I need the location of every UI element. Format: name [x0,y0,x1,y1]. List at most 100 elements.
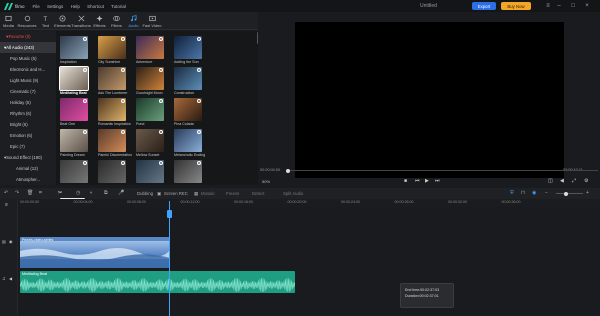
mosaic-button[interactable]: Mosaic [201,191,215,196]
tool-filters[interactable]: Filters [108,12,125,30]
audio-card[interactable]: ↓ Adventure [136,36,164,66]
audio-card[interactable]: ↓ [98,160,126,185]
tool-elements[interactable]: Elements [54,12,71,30]
play-icon[interactable]: ▶ [425,178,431,184]
download-icon[interactable]: ↓ [197,130,201,134]
maximize-icon[interactable]: □ [569,2,577,10]
audio-card[interactable]: ↓ Romantic Inspiration [98,98,131,128]
download-icon[interactable]: ↓ [83,68,87,72]
audio-card[interactable]: ↓ Beat One [60,98,88,128]
menu-settings[interactable]: Settings [47,4,63,9]
shield-icon[interactable]: ⛨ [510,190,514,196]
sidebar-item[interactable]: Atmospher... [0,174,56,185]
zoom-in-icon[interactable]: + [586,190,589,196]
audio-card[interactable]: ↓ Ask The Lumberer [98,67,128,97]
audio-card[interactable]: ↓ Pina Colada [174,98,202,128]
audio-card[interactable]: ↓ Melancholic Ending [174,129,205,159]
sidebar-item[interactable]: ▾ All Audio (243) [0,42,56,53]
audio-card[interactable]: ↓ Construction [174,67,202,97]
download-icon[interactable]: ↓ [159,68,163,72]
sidebar-item[interactable]: Animal (12) [0,163,56,174]
audio-card[interactable]: ↓ Painting Dream [60,129,88,159]
split-audio-button[interactable]: Split Audio [283,191,303,196]
sidebar-item[interactable]: Emotion (6) [0,130,56,141]
snapshot-icon[interactable]: ◫ [548,178,554,184]
download-icon[interactable]: ↓ [197,161,201,165]
screen-rec-button[interactable]: Screen REC [164,191,188,196]
audio-card[interactable]: ↓ Inspiration [60,36,88,66]
sidebar-item[interactable]: Rhythm (6) [0,108,56,119]
download-icon[interactable]: ↓ [121,161,125,165]
download-icon[interactable]: ↓ [121,68,125,72]
tool-media[interactable]: Media [0,12,17,30]
download-icon[interactable]: ↓ [197,68,201,72]
sidebar-item[interactable]: Pop Music (6) [0,53,56,64]
marker-icon[interactable]: ◉ [532,190,536,196]
menu-shortcut[interactable]: Shortcut [87,4,104,9]
sidebar-item[interactable]: Electronic and H... [0,64,56,75]
preview-progress-track[interactable] [286,170,598,171]
close-icon[interactable]: × [583,2,591,10]
minimize-icon[interactable]: – [555,2,563,10]
sidebar-item[interactable]: Light Music (9) [0,75,56,86]
tool-audio[interactable]: Audio [125,12,142,30]
download-icon[interactable]: ↓ [83,130,87,134]
step-back-icon[interactable]: ⏮ [415,178,421,184]
audio-clip[interactable]: Meditating Beat [20,271,295,293]
sidebar-item[interactable]: Cinematic (7) [0,86,56,97]
video-clip[interactable]: Pexels-video-series [20,237,170,268]
buy-now-button[interactable]: Buy Now [501,2,531,10]
timeline-zoom-handle[interactable] [564,191,568,196]
dubbing-button[interactable]: Dubbing [137,191,153,196]
menu-icon[interactable]: ≡ [544,2,552,10]
menu-help[interactable]: Help [71,4,80,9]
copy-icon[interactable]: ⧉ [104,190,108,196]
zoom-out-icon[interactable]: − [545,190,548,196]
download-icon[interactable]: ↓ [159,130,163,134]
download-icon[interactable]: ↓ [121,99,125,103]
audio-card[interactable]: ↓ [136,160,164,185]
video-track-eye-icon[interactable]: ◉ [9,239,13,244]
track-menu-icon[interactable]: ≡ [5,202,8,208]
download-icon[interactable]: ↓ [83,37,87,41]
sidebar-item[interactable]: Holiday (5) [0,97,56,108]
sidebar-item[interactable]: ▾ Sound Effect (190) [0,152,56,163]
download-icon[interactable]: ↓ [83,161,87,165]
mic-icon[interactable]: 🎤 [118,190,124,196]
fullscreen-icon[interactable]: ⤢ [572,178,578,184]
sidebar-item[interactable]: Epic (7) [0,141,56,152]
playhead-handle[interactable] [167,210,172,218]
tool-effects[interactable]: Effects [91,12,108,30]
audio-card[interactable]: ↓ City Sunshine [98,36,126,66]
menu-tutorial[interactable]: Tutorial [111,4,126,9]
download-icon[interactable]: ↓ [159,99,163,103]
tool-text[interactable]: T Text [37,12,54,30]
magnet-icon[interactable]: ⊓ [521,190,525,196]
audio-card[interactable]: ↓ Painful Disorientation [98,129,132,159]
sidebar-item[interactable]: ♥ Favorite (0) [0,31,56,42]
download-icon[interactable]: ↓ [83,99,87,103]
timeline-ruler[interactable]: 00:00:00:00 00:00:04:00 00:00:08:00 00:00:1… [0,199,600,207]
audio-card[interactable]: ↓ Adding the Sun [174,36,202,66]
undo-icon[interactable]: ↶ [4,190,8,196]
download-icon[interactable]: ↓ [121,37,125,41]
delete-icon[interactable]: 🗑 [27,190,33,196]
timeline-zoom-slider[interactable] [556,193,583,194]
audio-card[interactable]: ↓ Pond [136,98,164,128]
download-icon[interactable]: ↓ [159,161,163,165]
audio-card[interactable]: ↓ Mellow Sunset [136,129,164,159]
redo-icon[interactable]: ↷ [15,190,19,196]
tool-transitions[interactable]: Transitions [71,12,91,30]
zoom-level[interactable]: 50% [262,179,270,184]
step-forward-icon[interactable]: ⏭ [435,178,441,184]
stop-icon[interactable]: ■ [404,178,410,184]
audio-card[interactable]: ↓ [174,160,202,185]
sidebar-item[interactable]: Bright (6) [0,119,56,130]
audio-track-mute-icon[interactable]: ◀ [9,276,12,281]
color-icon[interactable]: ◐ [90,190,93,196]
speed-icon[interactable]: ◷ [76,190,80,196]
settings-icon[interactable]: ⚙ [584,178,590,184]
audio-card[interactable]: ↓ Meditating Beat [59,66,89,97]
detect-button[interactable]: Detect [252,191,264,196]
download-icon[interactable]: ↓ [159,37,163,41]
